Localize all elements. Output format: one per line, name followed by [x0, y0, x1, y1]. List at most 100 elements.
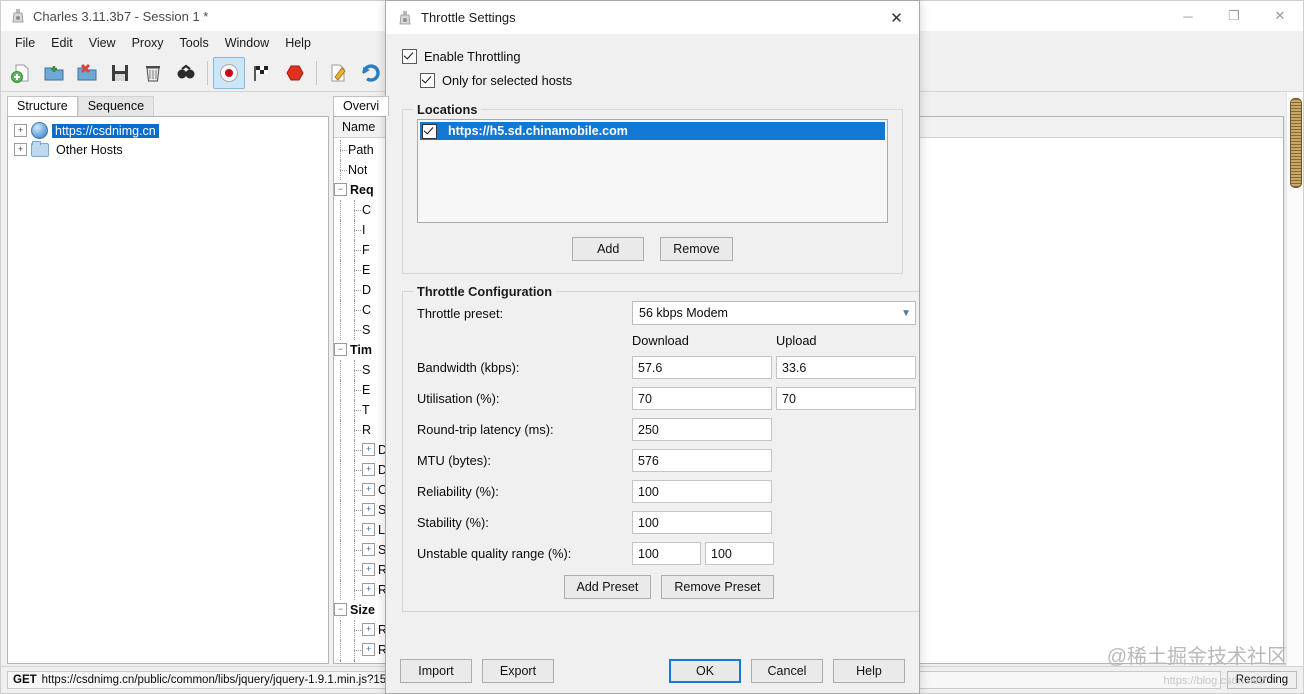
tree-guide [348, 259, 362, 280]
config-upload-input[interactable]: 33.6 [776, 356, 916, 379]
expander-plus-icon[interactable]: + [362, 543, 375, 557]
tab-sequence[interactable]: Sequence [77, 96, 155, 116]
close-session-icon[interactable] [71, 57, 103, 89]
config-upload-input[interactable]: 70 [776, 387, 916, 410]
ok-button[interactable]: OK [669, 659, 741, 683]
list-item[interactable]: https://h5.sd.chinamobile.com [420, 122, 885, 140]
repeat-icon[interactable] [355, 57, 387, 89]
unstable-quality-min-input[interactable]: 100 [632, 542, 701, 565]
tree-guide [334, 359, 348, 380]
only-selected-hosts-label: Only for selected hosts [442, 72, 573, 88]
host-tree[interactable]: + https://csdnimg.cn + Other Hosts [7, 116, 329, 664]
remove-location-button[interactable]: Remove [660, 237, 733, 261]
unstable-quality-max-input[interactable]: 100 [705, 542, 774, 565]
config-download-input[interactable]: 576 [632, 449, 772, 472]
config-download-input[interactable]: 70 [632, 387, 772, 410]
record-icon[interactable] [213, 56, 245, 89]
throttle-settings-dialog: Throttle Settings ✕ Enable Throttling On… [385, 0, 920, 694]
expander-plus-icon[interactable]: + [362, 643, 375, 657]
menu-edit[interactable]: Edit [43, 33, 81, 53]
dialog-title-bar: Throttle Settings ✕ [386, 1, 919, 34]
property-row-label: F [362, 242, 370, 257]
find-icon[interactable] [170, 57, 202, 89]
menu-view[interactable]: View [81, 33, 124, 53]
locations-list[interactable]: https://h5.sd.chinamobile.com [417, 119, 888, 223]
expander-plus-icon[interactable]: + [362, 583, 375, 597]
tree-guide [334, 419, 348, 440]
expander-minus-icon[interactable]: − [334, 343, 347, 357]
menu-window[interactable]: Window [217, 33, 277, 53]
tree-node-csdnimg[interactable]: + https://csdnimg.cn [8, 121, 328, 140]
stop-recording-icon[interactable] [246, 57, 278, 89]
close-button[interactable]: ✕ [1257, 1, 1303, 31]
tree-node-other-hosts[interactable]: + Other Hosts [8, 140, 328, 159]
expander-plus-icon[interactable]: + [362, 523, 375, 537]
config-download-input[interactable]: 100 [632, 480, 772, 503]
dialog-close-icon[interactable]: ✕ [874, 1, 919, 34]
expander-plus-icon[interactable]: + [362, 503, 375, 517]
import-button[interactable]: Import [400, 659, 472, 683]
property-row-label: S [362, 362, 371, 377]
new-session-icon[interactable] [5, 57, 37, 89]
add-preset-button[interactable]: Add Preset [563, 575, 652, 599]
location-checkbox[interactable] [422, 123, 437, 139]
expander-plus-icon[interactable]: + [362, 443, 375, 457]
expander-plus-icon-2[interactable]: + [14, 143, 27, 156]
minimize-button[interactable]: ─ [1165, 1, 1211, 31]
tab-overview[interactable]: Overvi [333, 96, 390, 116]
only-selected-hosts-checkbox-row[interactable]: Only for selected hosts [420, 68, 903, 92]
folder-icon [31, 140, 49, 157]
config-row-label: Bandwidth (kbps): [417, 360, 520, 375]
cancel-button[interactable]: Cancel [751, 659, 823, 683]
tree-guide [334, 479, 348, 500]
tree-guide [348, 359, 362, 380]
throttle-configuration-legend: Throttle Configuration [417, 284, 553, 299]
tree-guide [334, 639, 348, 660]
expander-minus-icon[interactable]: − [334, 183, 347, 197]
tree-guide [334, 539, 348, 560]
config-row-label: Utilisation (%): [417, 391, 500, 406]
upload-column-header: Upload [776, 333, 817, 348]
clear-session-icon[interactable] [137, 57, 169, 89]
tree-guide [348, 559, 362, 580]
breakpoints-icon[interactable] [279, 57, 311, 89]
only-selected-hosts-checkbox[interactable] [420, 72, 435, 88]
expander-plus-icon[interactable]: + [362, 563, 375, 577]
menu-tools[interactable]: Tools [172, 33, 217, 53]
help-button[interactable]: Help [833, 659, 905, 683]
tree-guide [348, 419, 362, 440]
tree-guide [334, 319, 348, 340]
config-download-input[interactable]: 57.6 [632, 356, 772, 379]
window-vertical-scrollbar[interactable] [1286, 92, 1303, 666]
expander-plus-icon[interactable]: + [362, 483, 375, 497]
throttle-preset-select[interactable]: 56 kbps Modem ▼ [632, 301, 916, 325]
expander-plus-icon[interactable]: + [14, 124, 27, 137]
enable-throttling-label: Enable Throttling [424, 48, 521, 64]
config-row: Stability (%): 100 [417, 511, 919, 534]
window-scroll-thumb[interactable] [1290, 98, 1302, 188]
save-session-icon[interactable] [104, 57, 136, 89]
enable-throttling-checkbox[interactable] [402, 48, 417, 64]
export-button[interactable]: Export [482, 659, 554, 683]
property-row-label: T [362, 402, 370, 417]
expander-plus-icon[interactable]: + [362, 623, 375, 637]
tree-guide [334, 139, 348, 160]
property-row-label: Tim [350, 342, 372, 357]
maximize-button[interactable]: ❐ [1211, 1, 1257, 31]
remove-preset-button[interactable]: Remove Preset [661, 575, 774, 599]
tree-guide [348, 379, 362, 400]
tab-structure[interactable]: Structure [7, 96, 78, 116]
property-row-label: Path [348, 142, 374, 157]
open-session-icon[interactable] [38, 57, 70, 89]
menu-proxy[interactable]: Proxy [124, 33, 172, 53]
enable-throttling-checkbox-row[interactable]: Enable Throttling [402, 44, 903, 68]
config-download-input[interactable]: 100 [632, 511, 772, 534]
expander-plus-icon[interactable]: + [362, 463, 375, 477]
menu-help[interactable]: Help [277, 33, 319, 53]
config-download-input[interactable]: 250 [632, 418, 772, 441]
compose-icon[interactable] [322, 57, 354, 89]
add-location-button[interactable]: Add [572, 237, 645, 261]
expander-minus-icon[interactable]: − [334, 603, 347, 617]
menu-file[interactable]: File [7, 33, 43, 53]
chevron-down-icon[interactable]: ▼ [901, 308, 911, 319]
